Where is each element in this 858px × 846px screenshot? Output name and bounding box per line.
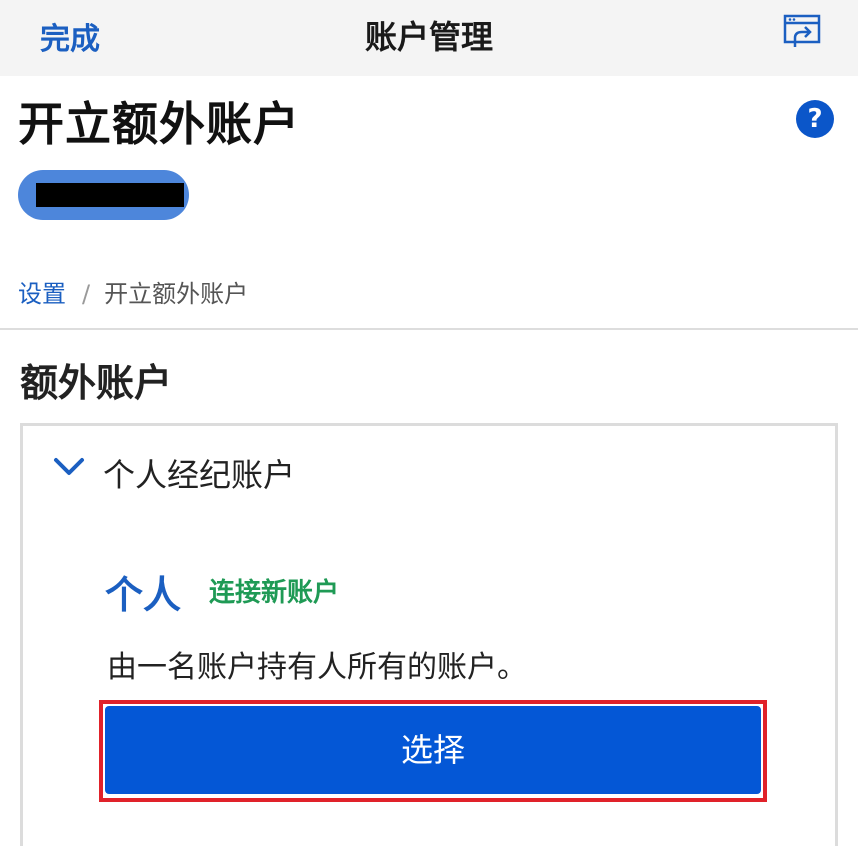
- select-button[interactable]: 选择: [105, 706, 761, 794]
- breadcrumb: 设置 / 开立额外账户: [18, 274, 248, 309]
- section-title: 额外账户: [20, 361, 173, 405]
- nav-title: 账户管理: [364, 18, 493, 56]
- account-selector-pill[interactable]: [18, 170, 189, 220]
- help-icon[interactable]: ?: [796, 100, 834, 138]
- connect-new-account-tag[interactable]: 连接新账户: [209, 572, 339, 609]
- top-nav-bar: 完成 账户管理: [0, 0, 858, 76]
- account-type-description: 由一名账户持有人所有的账户。: [107, 650, 527, 685]
- accordion-label: 个人经纪账户: [103, 456, 296, 494]
- accordion-header-individual-brokerage[interactable]: 个人经纪账户: [20, 423, 838, 519]
- redacted-account-number: [36, 183, 184, 207]
- share-window-icon[interactable]: [783, 14, 821, 50]
- chevron-down-icon: [53, 456, 85, 478]
- divider: [0, 328, 858, 330]
- accordion-content: 个人 连接新账户 由一名账户持有人所有的账户。 选择: [20, 516, 838, 846]
- page-title: 开立额外账户: [18, 97, 300, 151]
- breadcrumb-settings-link[interactable]: 设置: [18, 280, 66, 308]
- breadcrumb-current: 开立额外账户: [104, 280, 249, 308]
- breadcrumb-separator: /: [82, 280, 91, 308]
- account-type-title: 个人: [105, 573, 182, 617]
